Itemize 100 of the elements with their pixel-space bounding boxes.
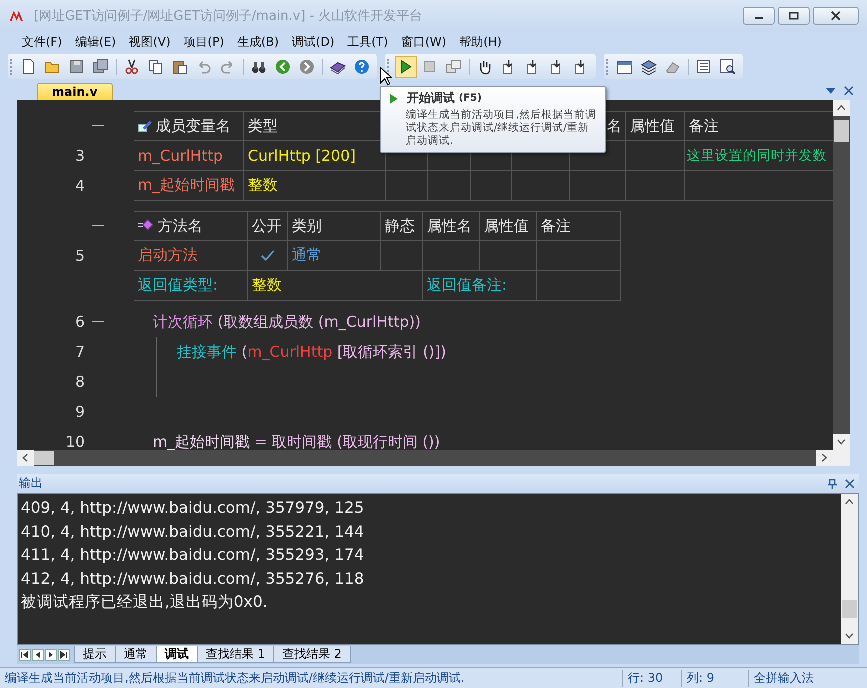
save-icon [69,58,85,74]
window-title: [网址GET访问例子/网址GET访问例子/main.v] - 火山软件开发平台 [34,8,424,25]
menu-item[interactable]: 视图(V) [124,32,176,52]
table-cell [386,171,428,201]
last-page-icon[interactable] [58,648,70,660]
line-number: 5 [74,247,85,265]
cut-icon [124,58,140,74]
restore-button[interactable] [778,7,810,25]
save-all-icon [93,58,109,74]
status-column: 列: 9 [682,670,749,686]
vertical-scrollbar[interactable] [833,100,850,450]
panel-tab[interactable]: 调试 [156,646,198,663]
code-line: 挂接事件 (m_CurlHttp [取循环索引 ()]) [177,342,446,362]
output-line: 409, 4, http://www.baidu.com/, 357979, 125 [21,498,366,519]
table-cell [428,171,471,201]
method-icon [138,219,154,233]
column-header: 属性名 [423,211,480,241]
column-header: 公开 [248,211,288,241]
paste-icon [172,58,188,74]
table-cell [471,171,512,201]
preview-icon [720,58,736,74]
menu-item[interactable]: 调试(D) [287,32,340,52]
output-line: 411, 4, http://www.baidu.com/, 355293, 174 [21,545,366,566]
menu-item[interactable]: 编辑(E) [70,32,122,52]
dropdown-icon[interactable] [826,87,836,95]
line-number: 8 [74,373,85,391]
line-number: 3 [74,147,85,165]
shortcut-label: (F5) [459,93,482,104]
table-cell [626,141,685,171]
menu-item[interactable]: 文件(F) [17,32,68,52]
play-icon [389,92,399,104]
column-header: 静态 [381,211,423,241]
output-line: 410, 4, http://www.baidu.com/, 355221, 144 [21,522,366,542]
scroll-thumb[interactable] [834,120,849,142]
table-cell: 返回值类型: [134,271,248,301]
layers-icon [641,58,657,74]
column-header: 备注 [537,211,621,241]
column-header: 类别 [288,211,381,241]
tooltip-title: 开始调试 [407,90,455,107]
line-number: 9 [74,403,85,421]
app-logo-icon [10,11,26,21]
table-cell: m_CurlHttp [134,141,244,171]
line-number: 6 [74,313,85,331]
code-line: 计次循环 (取数组成员数 (m_CurlHttp)) [153,312,421,332]
menu-item[interactable]: 生成(B) [232,32,284,52]
horizontal-scrollbar[interactable] [17,450,850,466]
table-cell: 返回值备注: [423,271,537,301]
new-file-icon [21,58,37,74]
table-cell [626,171,685,201]
table-cell: 整数 [244,171,386,201]
panel-tab[interactable]: 查找结果 2 [273,646,351,663]
table-cell [381,241,423,271]
calendar-icon [617,58,633,74]
close-icon [831,11,841,21]
table-cell [570,171,626,201]
close-button[interactable] [813,7,859,25]
panel-tab[interactable]: 提示 [74,646,116,663]
line-number: 7 [74,343,85,361]
column-header: 属性值 [626,111,685,141]
menu-item[interactable]: 窗口(W) [396,32,452,52]
restore-icon [789,11,799,21]
next-icon[interactable] [45,648,57,660]
output-line: 被调试程序已经退出,退出码为0x0. [21,592,269,613]
table-cell [423,241,480,271]
line-number: 4 [74,177,85,195]
code-line: m_起始时间戳 = 取时间戳 (取现行时间 ()) [153,432,440,450]
scroll-thumb[interactable] [842,600,857,618]
help-icon [354,58,370,74]
column-header: 方法名 [134,211,248,241]
menu-item[interactable]: 工具(T) [342,32,394,52]
scroll-thumb[interactable] [34,451,54,465]
panel-tab[interactable]: 查找结果 1 [197,646,274,663]
copy-icon [148,58,164,74]
table-cell [480,241,537,271]
table-cell [512,171,570,201]
pin-icon[interactable] [828,478,837,488]
previous-icon[interactable] [32,648,44,660]
status-line: 行: 30 [623,670,682,686]
column-header: 属性值 [480,211,537,241]
close-icon[interactable] [844,86,854,96]
build-icon [446,58,462,74]
output-line: 412, 4, http://www.baidu.com/, 355276, 118 [21,568,366,590]
first-page-icon[interactable] [19,648,31,660]
pencil-icon [138,119,152,133]
minimize-button[interactable] [743,7,775,25]
line-number: 10 [64,433,85,450]
table-cell: 启动方法 [134,241,248,271]
play-button[interactable] [395,56,417,78]
stop-icon [422,58,438,74]
table-cell: 通常 [288,241,381,271]
editor-tab[interactable]: main.v [37,83,113,100]
status-message: 编译生成当前活动项目,然后根据当前调试状态来启动调试/继续运行调试/重新启动调试. [0,670,623,686]
status-input-method: 全拼输入法 [753,670,815,686]
menu-item[interactable]: 帮助(H) [454,32,507,52]
panel-title: 输出 [19,475,43,492]
close-icon[interactable] [845,478,855,488]
table-cell: 整数 [248,271,423,301]
panel-tab[interactable]: 通常 [115,646,157,663]
cursor-icon [380,67,392,86]
menu-item[interactable]: 项目(P) [178,32,230,52]
